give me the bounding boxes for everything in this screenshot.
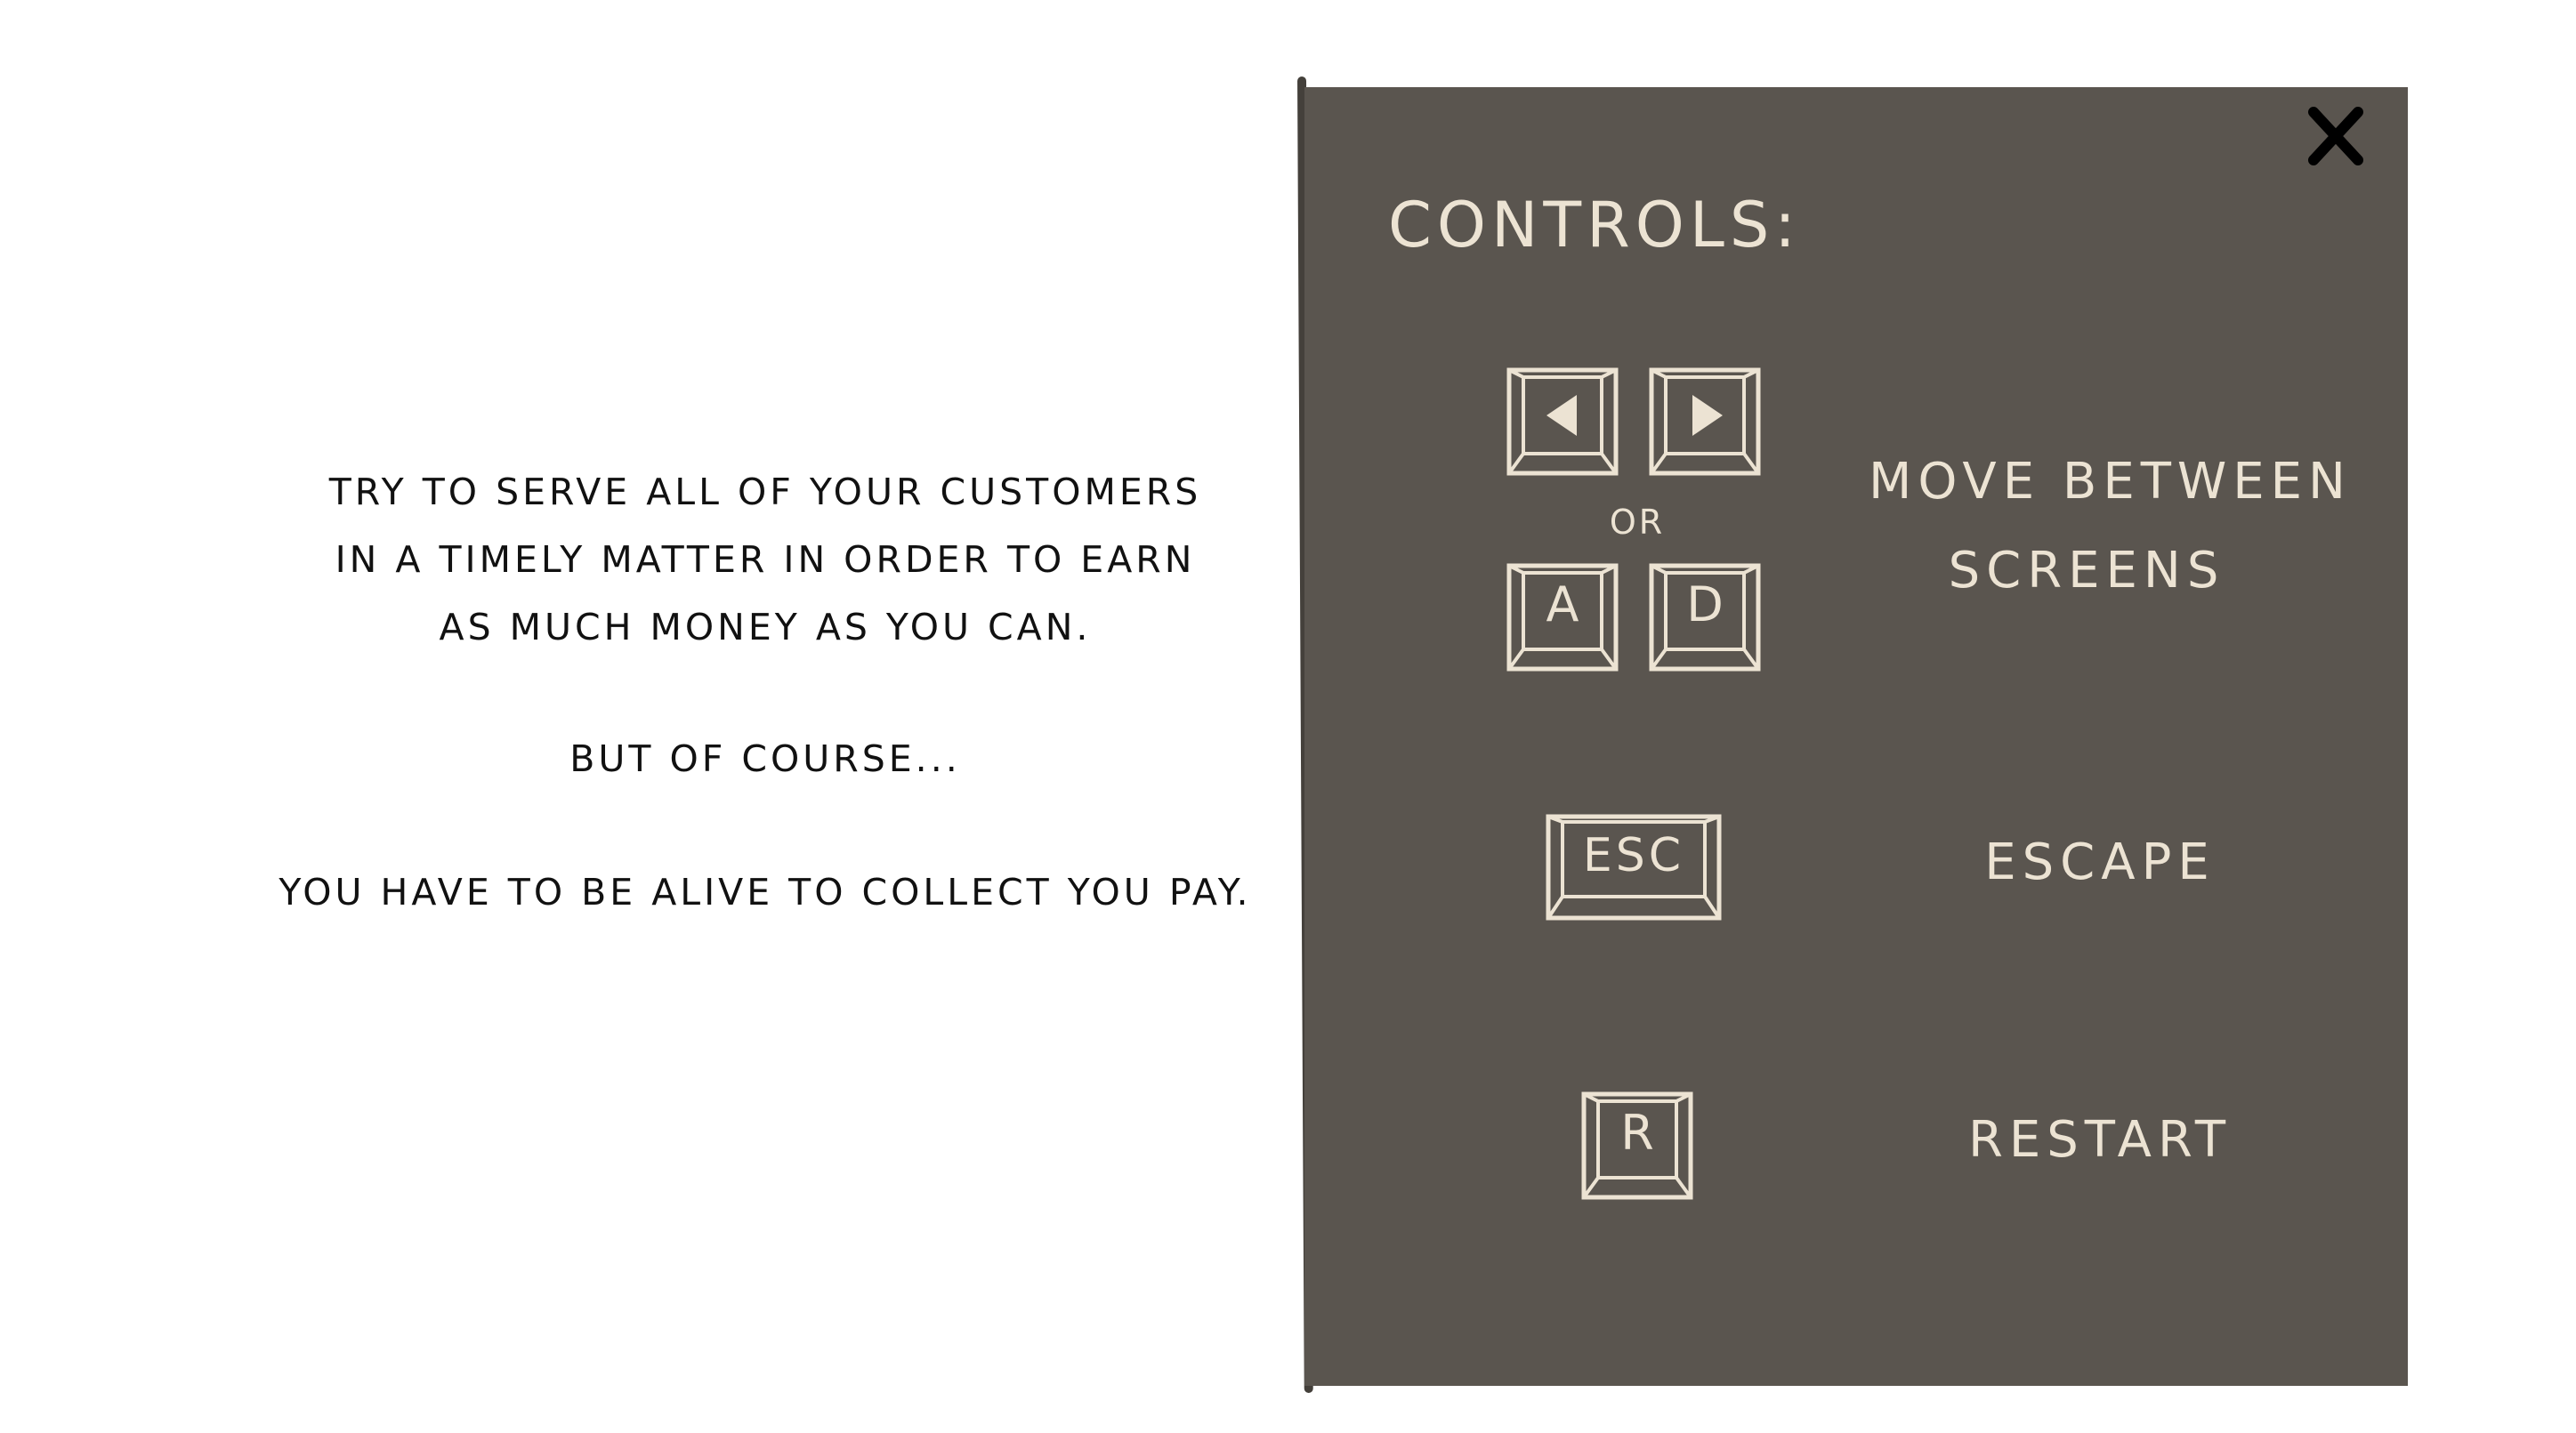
right-arrow-icon [1692,395,1723,436]
or-label: OR [1609,503,1666,542]
r-key[interactable]: R [1580,1091,1694,1201]
restart-label: RESTART [1967,1111,2233,1169]
close-button[interactable] [2305,105,2367,167]
intro-line-3: AS MUCH MONEY AS YOU CAN. [439,606,1092,648]
intro-text: TRY TO SERVE ALL OF YOUR CUSTOMERS IN A … [249,458,1281,926]
intro-line-5: YOU HAVE TO BE ALIVE TO COLLECT YOU PAY. [279,871,1252,914]
controls-panel [1304,87,2408,1386]
move-between-screens-label: MOVE BETWEEN SCREENS [1869,438,2352,616]
intro-line-4: BUT OF COURSE... [569,737,961,780]
close-icon [2308,107,2363,165]
move-label-line-1: MOVE BETWEEN [1869,453,2352,511]
left-arrow-key[interactable] [1506,366,1619,477]
left-arrow-icon [1546,395,1577,436]
d-key[interactable]: D [1648,562,1762,672]
intro-line-2: IN A TIMELY MATTER IN ORDER TO EARN [335,538,1196,581]
a-key[interactable]: A [1506,562,1619,672]
esc-key[interactable]: ESC [1545,813,1723,922]
move-label-line-2: SCREENS [1948,542,2225,600]
controls-title: CONTROLS: [1388,189,1801,262]
right-arrow-key[interactable] [1648,366,1762,477]
intro-line-1: TRY TO SERVE ALL OF YOUR CUSTOMERS [328,471,1202,513]
escape-label: ESCAPE [1984,833,2216,891]
